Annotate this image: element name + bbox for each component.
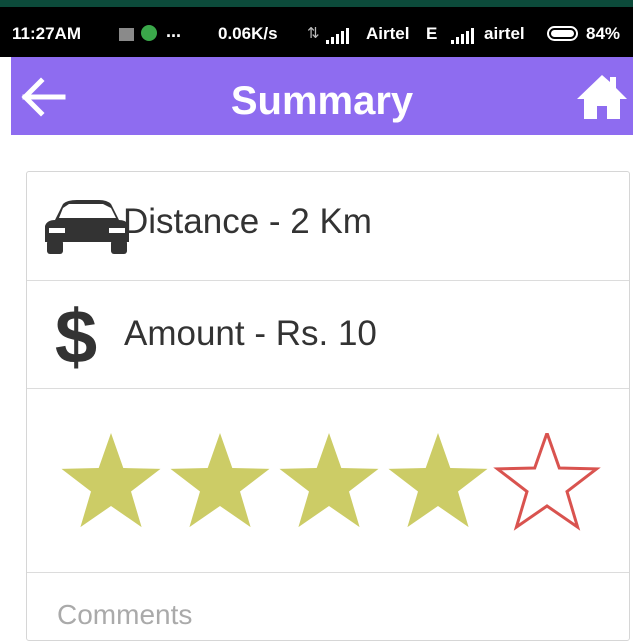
star-filled-icon[interactable] bbox=[388, 433, 488, 528]
star-empty-icon[interactable] bbox=[493, 433, 601, 531]
distance-row: Distance - 2 Km bbox=[27, 172, 629, 281]
comments-input[interactable] bbox=[57, 595, 597, 635]
signal-strength-2-icon bbox=[451, 28, 474, 44]
star-filled-icon[interactable] bbox=[61, 433, 161, 528]
gallery-notification-icon bbox=[119, 28, 134, 41]
page-title: Summary bbox=[230, 79, 414, 123]
car-icon bbox=[45, 200, 129, 254]
star-filled-icon[interactable] bbox=[170, 433, 270, 528]
home-button[interactable] bbox=[575, 73, 629, 121]
home-icon bbox=[577, 75, 627, 119]
status-bar: 11:27AM ... 0.06K/s ⇅ Airtel E airtel 84… bbox=[0, 0, 633, 57]
operator-1-name: Airtel bbox=[366, 24, 410, 43]
distance-text: Distance - 2 Km bbox=[123, 202, 372, 241]
amount-row: $ Amount - Rs. 10 bbox=[27, 281, 629, 389]
rating-row bbox=[27, 389, 629, 573]
battery-percent: 84% bbox=[586, 24, 621, 43]
data-transfer-icon: ⇅ bbox=[307, 25, 320, 42]
star-filled-icon[interactable] bbox=[279, 433, 379, 528]
app-notification-icon bbox=[141, 25, 157, 41]
battery-icon bbox=[547, 26, 578, 41]
amount-text: Amount - Rs. 10 bbox=[124, 314, 377, 353]
operator-2-name: airtel bbox=[484, 24, 525, 43]
network-speed: 0.06K/s bbox=[218, 24, 278, 43]
signal-strength-icon bbox=[326, 28, 349, 44]
dollar-icon: $ bbox=[55, 295, 97, 375]
status-time: 11:27AM bbox=[12, 24, 81, 43]
network-type: E bbox=[426, 24, 438, 43]
app-bar: Summary bbox=[11, 57, 633, 135]
rating-bar[interactable] bbox=[55, 433, 603, 533]
more-notifications-icon: ... bbox=[166, 21, 182, 41]
svg-text:$: $ bbox=[55, 295, 97, 375]
comments-row bbox=[27, 573, 629, 642]
summary-card: Distance - 2 Km $ Amount - Rs. 10 bbox=[26, 171, 630, 641]
